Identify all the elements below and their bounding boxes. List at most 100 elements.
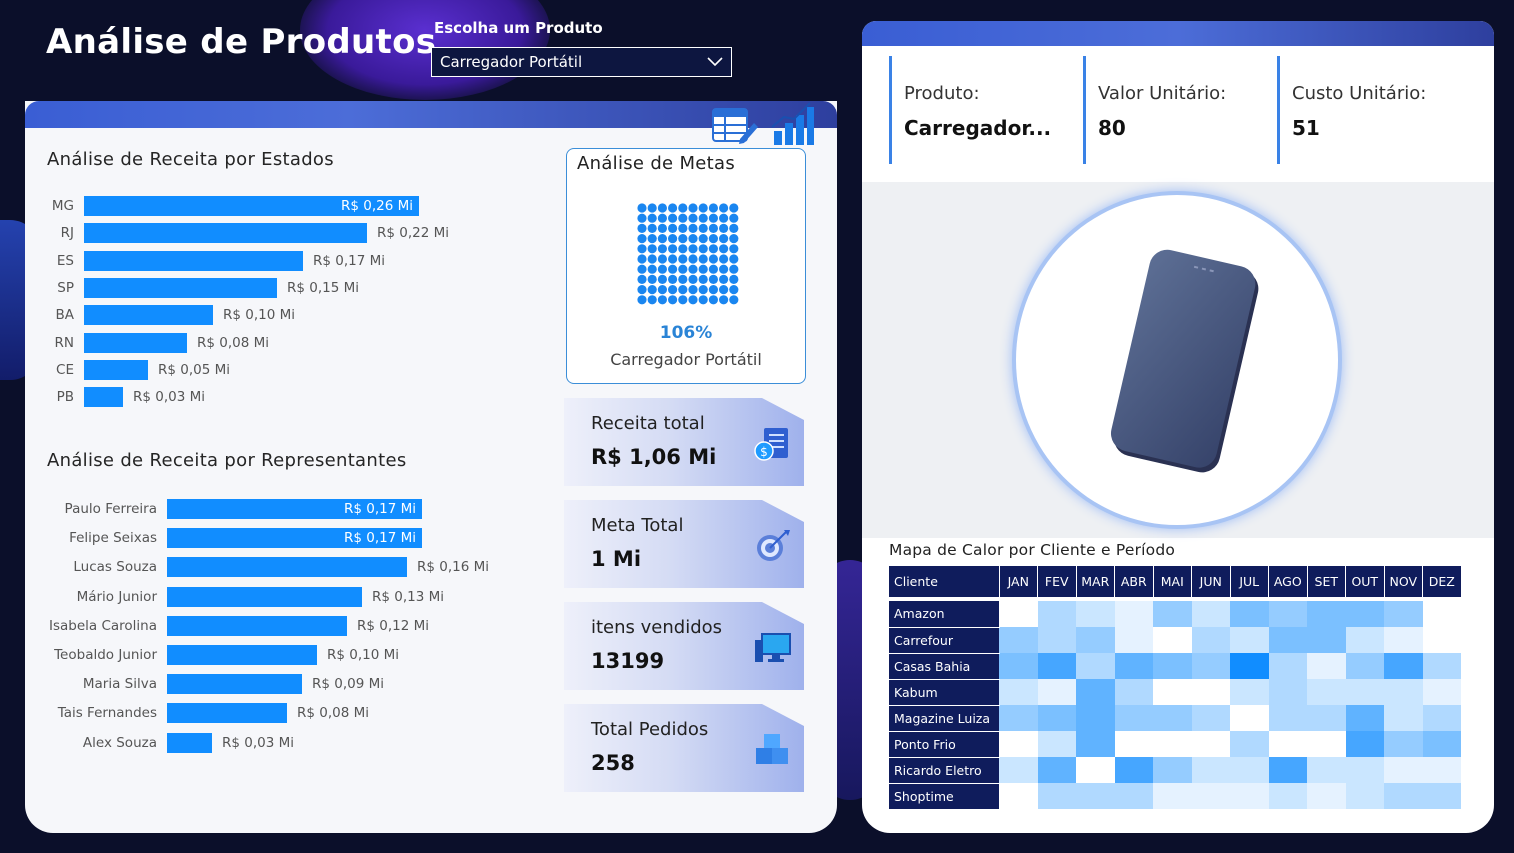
bar-row[interactable]: Mário Junior R$ 0,13 Mi (77, 586, 444, 607)
heatmap-cell[interactable] (1153, 627, 1192, 653)
bar[interactable]: R$ 0,17 Mi (167, 499, 422, 519)
heatmap-cell[interactable] (1384, 653, 1423, 679)
bar[interactable] (84, 387, 123, 408)
bar[interactable]: R$ 0,17 Mi (167, 528, 422, 549)
heatmap-cell[interactable] (1422, 757, 1461, 783)
bar-row[interactable]: Alex Souza R$ 0,03 Mi (83, 732, 294, 753)
bar[interactable] (167, 732, 212, 753)
heatmap-cell[interactable] (1268, 705, 1307, 731)
heatmap-cell[interactable] (1114, 731, 1153, 757)
heatmap-cell[interactable] (1153, 731, 1192, 757)
heatmap-cell[interactable] (1307, 757, 1346, 783)
heatmap-cell[interactable] (1345, 679, 1384, 705)
heatmap-cell[interactable] (1114, 757, 1153, 783)
heatmap-cell[interactable] (1153, 601, 1192, 627)
heatmap-cell[interactable] (1153, 653, 1192, 679)
heatmap-cell[interactable] (1076, 679, 1115, 705)
heatmap-cell[interactable] (1268, 601, 1307, 627)
bar[interactable] (167, 674, 302, 695)
heatmap-cell[interactable] (1037, 679, 1076, 705)
heatmap-cell[interactable] (1114, 783, 1153, 809)
heatmap-cell[interactable] (1307, 679, 1346, 705)
heatmap-cell[interactable] (1037, 783, 1076, 809)
heatmap-cell[interactable] (1191, 731, 1230, 757)
bar-row[interactable]: Felipe Seixas R$ 0,17 Mi (69, 528, 422, 549)
heatmap-cell[interactable] (1037, 757, 1076, 783)
heatmap-cell[interactable] (1114, 601, 1153, 627)
bar[interactable] (84, 332, 187, 353)
bar[interactable] (84, 359, 148, 380)
heatmap-cell[interactable] (1268, 783, 1307, 809)
heatmap-cell[interactable] (1191, 705, 1230, 731)
bar[interactable] (167, 586, 362, 607)
heatmap-cell[interactable] (1114, 653, 1153, 679)
heatmap-cell[interactable] (1230, 783, 1269, 809)
bar-row[interactable]: Teobaldo Junior R$ 0,10 Mi (54, 645, 399, 665)
table-edit-icon[interactable] (712, 105, 758, 145)
heatmap-cell[interactable] (999, 757, 1038, 783)
heatmap-cell[interactable] (1076, 783, 1115, 809)
heatmap-cell[interactable] (1037, 731, 1076, 757)
bar-row[interactable]: Paulo Ferreira R$ 0,17 Mi (65, 499, 422, 519)
heatmap-cell[interactable] (1230, 757, 1269, 783)
heatmap-cell[interactable] (1191, 783, 1230, 809)
heatmap-cell[interactable] (1345, 653, 1384, 679)
heatmap-cell[interactable] (1307, 705, 1346, 731)
heatmap-cell[interactable] (1076, 731, 1115, 757)
heatmap-cell[interactable] (1384, 679, 1423, 705)
bar-row[interactable]: MG R$ 0,26 Mi (52, 196, 419, 216)
heatmap-cell[interactable] (1307, 601, 1346, 627)
heatmap-cell[interactable] (1345, 731, 1384, 757)
heatmap-cell[interactable] (1037, 601, 1076, 627)
heatmap-cell[interactable] (1230, 731, 1269, 757)
heatmap-cell[interactable] (1384, 783, 1423, 809)
bar-row[interactable]: Tais Fernandes R$ 0,08 Mi (58, 703, 369, 724)
heatmap-cell[interactable] (1422, 627, 1461, 653)
heatmap-cell[interactable] (1076, 653, 1115, 679)
bar[interactable] (84, 250, 303, 271)
bar[interactable] (84, 223, 367, 244)
heatmap-cell[interactable] (1114, 679, 1153, 705)
heatmap-cell[interactable] (1422, 653, 1461, 679)
bar[interactable] (167, 557, 407, 578)
heatmap-cell[interactable] (1114, 705, 1153, 731)
heatmap-cell[interactable] (1037, 705, 1076, 731)
heatmap-cell[interactable] (1191, 601, 1230, 627)
heatmap-cell[interactable] (1076, 601, 1115, 627)
heatmap-cell[interactable] (1076, 757, 1115, 783)
heatmap-cell[interactable] (1384, 757, 1423, 783)
bar[interactable] (167, 703, 287, 724)
heatmap-cell[interactable] (1037, 653, 1076, 679)
heatmap-cell[interactable] (1384, 627, 1423, 653)
heatmap-cell[interactable] (1230, 601, 1269, 627)
heatmap-cell[interactable] (999, 627, 1038, 653)
bar-row[interactable]: SP R$ 0,15 Mi (57, 277, 359, 298)
heatmap-cell[interactable] (1422, 705, 1461, 731)
heatmap-cell[interactable] (1345, 601, 1384, 627)
bar-chart-icon[interactable] (770, 101, 814, 146)
heatmap-cell[interactable] (999, 653, 1038, 679)
bar[interactable] (167, 645, 317, 665)
bar-row[interactable]: Isabela Carolina R$ 0,12 Mi (49, 615, 429, 636)
heatmap-cell[interactable] (1307, 627, 1346, 653)
heatmap-cell[interactable] (999, 601, 1038, 627)
heatmap-cell[interactable] (1114, 627, 1153, 653)
heatmap-cell[interactable] (1268, 653, 1307, 679)
bar-row[interactable]: Lucas Souza R$ 0,16 Mi (73, 557, 489, 578)
heatmap-cell[interactable] (1268, 731, 1307, 757)
bar-row[interactable]: ES R$ 0,17 Mi (57, 250, 385, 271)
heatmap-cell[interactable] (1422, 601, 1461, 627)
heatmap-cell[interactable] (1422, 679, 1461, 705)
heatmap-cell[interactable] (1307, 731, 1346, 757)
heatmap-cell[interactable] (1307, 653, 1346, 679)
heatmap-cell[interactable] (1191, 627, 1230, 653)
heatmap-cell[interactable] (1268, 757, 1307, 783)
heatmap-cell[interactable] (1345, 627, 1384, 653)
heatmap-cell[interactable] (1422, 783, 1461, 809)
bar[interactable] (84, 277, 277, 298)
heatmap-cell[interactable] (1230, 679, 1269, 705)
heatmap-cell[interactable] (1384, 731, 1423, 757)
heatmap-cell[interactable] (1345, 705, 1384, 731)
heatmap-cell[interactable] (1191, 757, 1230, 783)
bar[interactable] (84, 305, 213, 326)
